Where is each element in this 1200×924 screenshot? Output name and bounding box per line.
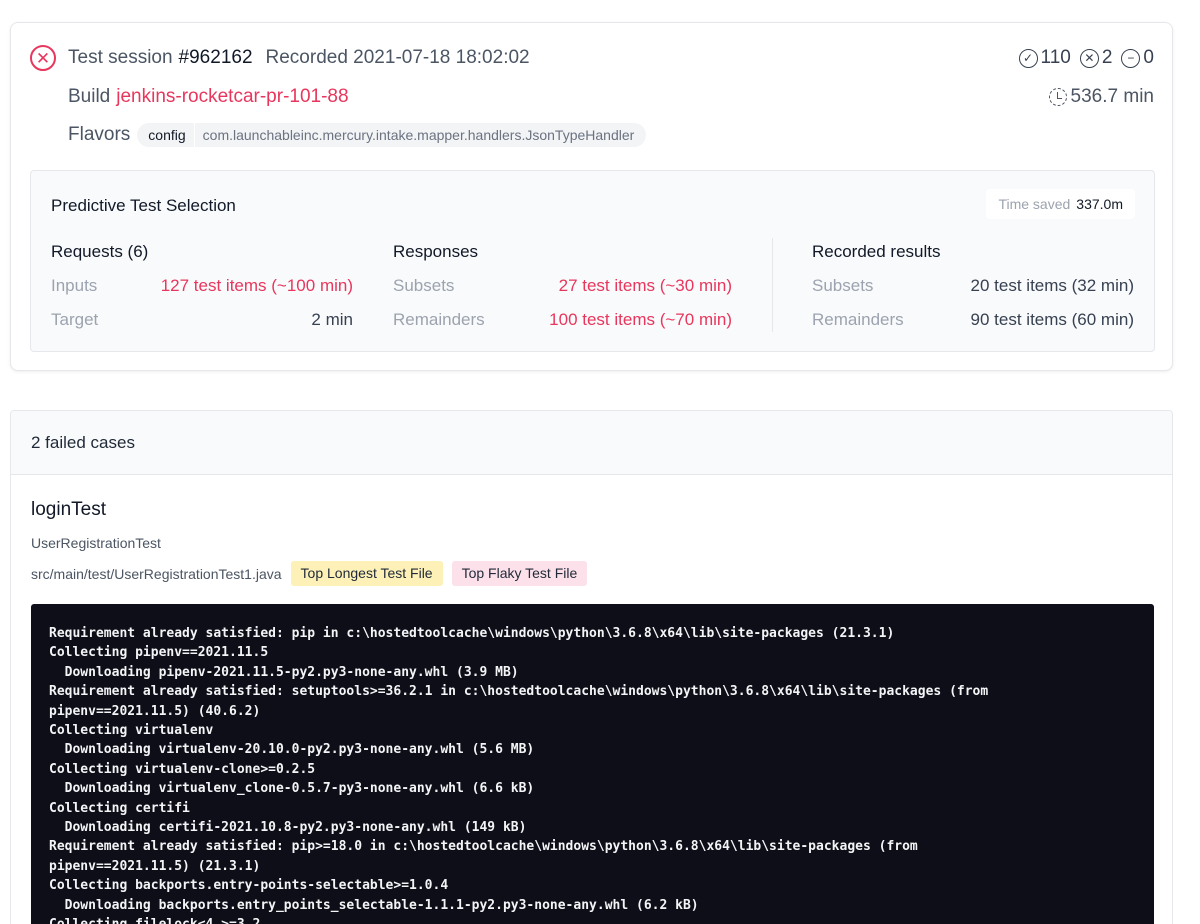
clock-icon: [1048, 88, 1067, 106]
requests-heading: Requests (6): [51, 242, 149, 261]
result-counts: ✓ 110 ✕ 2 − 0: [1018, 47, 1154, 69]
log-line: Requirement already satisfied: pip in c:…: [49, 626, 895, 641]
build-row: Build jenkins-rocketcar-pr-101-88: [68, 86, 349, 108]
requests-inputs-value: 127 test items (~100 min): [160, 276, 353, 295]
recorded-remainders-label: Remainders: [812, 310, 904, 329]
log-line: Collecting certifi: [49, 800, 190, 816]
responses-remainders-value: 100 test items (~70 min): [549, 310, 732, 329]
log-line: Downloading virtualenv_clone-0.5.7-py3-n…: [49, 781, 535, 797]
log-line: Downloading virtualenv-20.10.0-py2.py3-n…: [49, 742, 535, 758]
requests-target-value: 2 min: [311, 310, 353, 329]
failed-count: 2: [1101, 47, 1113, 68]
responses-subsets-value: 27 test items (~30 min): [558, 276, 732, 295]
time-saved-value: 337.0m: [1076, 196, 1123, 212]
responses-remainders-label: Remainders: [393, 310, 485, 329]
session-label: Test session: [68, 47, 173, 68]
recorded-heading: Recorded results: [812, 242, 941, 261]
recorded-subsets-value: 20 test items (32 min): [970, 276, 1134, 295]
failed-cases-panel: 2 failed cases loginTest UserRegistratio…: [10, 410, 1173, 924]
test-session-card: ✕ Test session #962162 Recorded 2021-07-…: [10, 22, 1173, 371]
build-link[interactable]: jenkins-rocketcar-pr-101-88: [116, 86, 348, 108]
log-line: Downloading backports.entry_points_selec…: [49, 897, 699, 913]
duration-value: 536.7 min: [1070, 86, 1154, 107]
requests-target-label: Target: [51, 310, 99, 329]
recorded-subsets-label: Subsets: [812, 276, 874, 295]
session-title-row: ✕ Test session #962162 Recorded 2021-07-…: [30, 45, 530, 71]
pts-title: Predictive Test Selection: [51, 196, 236, 215]
top-longest-badge: Top Longest Test File: [290, 561, 443, 586]
flavor-chip: config com.launchableinc.mercury.intake.…: [137, 123, 647, 147]
skipped-minus-icon: −: [1121, 48, 1141, 68]
responses-heading: Responses: [393, 242, 479, 261]
failed-x-icon: ✕: [1079, 48, 1099, 68]
flavors-row: Flavors config com.launchableinc.mercury…: [68, 123, 647, 147]
responses-subsets-label: Subsets: [393, 276, 455, 295]
test-log-output[interactable]: Requirement already satisfied: pip in c:…: [31, 604, 1154, 924]
log-line: Requirement already satisfied: pip>=18.0…: [49, 839, 918, 855]
log-line: pipenv==2021.11.5) (21.3.1): [49, 858, 261, 874]
predictive-test-selection-panel: Predictive Test Selection Time saved 337…: [30, 170, 1155, 352]
log-line: Downloading certifi-2021.10.8-py2.py3-no…: [49, 820, 527, 836]
flavors-label: Flavors: [68, 124, 131, 145]
test-case-path-row: src/main/test/UserRegistrationTest1.java…: [31, 561, 588, 586]
log-line: Collecting virtualenv-clone>=0.2.5: [49, 761, 316, 777]
test-case-name: loginTest: [31, 499, 106, 520]
log-line: Collecting filelock<4,>=3.2: [49, 915, 1136, 924]
log-line: Requirement already satisfied: setuptool…: [49, 684, 989, 700]
column-divider: [772, 238, 773, 332]
recorded-remainders-value: 90 test items (60 min): [970, 310, 1134, 329]
top-flaky-badge: Top Flaky Test File: [451, 561, 588, 586]
passed-count: 110: [1040, 47, 1071, 68]
log-line: pipenv==2021.11.5) (40.6.2): [49, 703, 261, 719]
session-id: #962162: [178, 47, 253, 68]
log-line: Downloading pipenv-2021.11.5-py2.py3-non…: [49, 664, 519, 680]
session-recorded: Recorded 2021-07-18 18:02:02: [265, 47, 530, 68]
flavor-key: config: [137, 123, 195, 147]
duration: 536.7 min: [1048, 86, 1154, 108]
requests-inputs-label: Inputs: [51, 276, 98, 295]
flavor-value: com.launchableinc.mercury.intake.mapper.…: [202, 127, 635, 143]
test-case-class: UserRegistrationTest: [31, 535, 161, 551]
time-saved-label: Time saved: [998, 196, 1071, 212]
time-saved-badge: Time saved 337.0m: [986, 189, 1135, 219]
log-line: Collecting pipenv==2021.11.5: [49, 645, 269, 661]
log-line: Collecting virtualenv: [49, 723, 214, 739]
failed-status-icon: ✕: [30, 45, 56, 71]
build-label: Build: [68, 86, 111, 107]
passed-check-icon: ✓: [1018, 48, 1038, 68]
skipped-count: 0: [1143, 47, 1154, 68]
test-case-path: src/main/test/UserRegistrationTest1.java: [31, 565, 282, 582]
log-line: Collecting backports.entry-points-select…: [49, 878, 449, 894]
failed-cases-header: 2 failed cases: [11, 411, 1172, 475]
